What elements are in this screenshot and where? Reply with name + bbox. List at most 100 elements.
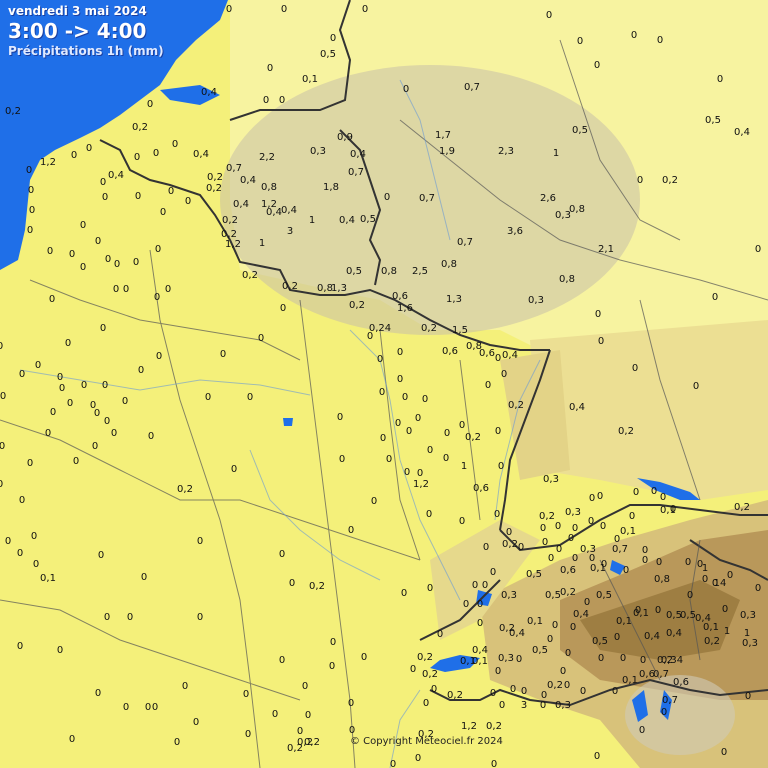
station-value: 0 bbox=[362, 4, 368, 15]
station-value: 0 bbox=[406, 426, 412, 437]
station-value: 0 bbox=[348, 525, 354, 536]
station-value: 0 bbox=[397, 347, 403, 358]
station-value: 0,4 bbox=[281, 205, 297, 216]
station-value: 0,2 bbox=[206, 183, 222, 194]
station-value: 0,2 bbox=[287, 743, 303, 754]
station-value: 0 bbox=[482, 580, 488, 591]
station-value: 0 bbox=[95, 236, 101, 247]
station-value: 0,2 bbox=[222, 215, 238, 226]
station-value: 0,2 bbox=[486, 721, 502, 732]
station-value: 1 bbox=[702, 563, 708, 574]
station-value: 0,3 bbox=[565, 507, 581, 518]
station-value: 0 bbox=[102, 380, 108, 391]
station-value: 0 bbox=[28, 185, 34, 196]
station-value: 0 bbox=[113, 284, 119, 295]
station-value: 0 bbox=[422, 394, 428, 405]
station-value: 0 bbox=[245, 729, 251, 740]
station-value: 0,4 bbox=[509, 628, 525, 639]
station-value: 0 bbox=[220, 349, 226, 360]
station-value: 0 bbox=[477, 599, 483, 610]
station-value: 0 bbox=[0, 391, 6, 402]
station-value: 0,2 bbox=[547, 680, 563, 691]
station-value: 0 bbox=[141, 572, 147, 583]
station-value: 1,5 bbox=[452, 325, 468, 336]
station-value: 0 bbox=[19, 495, 25, 506]
station-value: 0 bbox=[459, 420, 465, 431]
station-value: 0 bbox=[263, 95, 269, 106]
station-value: 0,2 bbox=[177, 484, 193, 495]
station-value: 0 bbox=[542, 537, 548, 548]
map-canvas: 0000 00000,500,1000,700,40 000,20,50,40,50… bbox=[0, 0, 768, 768]
station-value: 0 bbox=[67, 398, 73, 409]
station-value: 0 bbox=[165, 284, 171, 295]
station-value: 0 bbox=[552, 620, 558, 631]
station-value: 0,8 bbox=[654, 574, 670, 585]
station-value: 0 bbox=[226, 4, 232, 15]
station-value: 0,5 bbox=[360, 214, 376, 225]
station-value: 0 bbox=[564, 680, 570, 691]
station-value: 0 bbox=[660, 492, 666, 503]
station-value: 0 bbox=[57, 645, 63, 656]
station-value: 0,6 bbox=[392, 291, 408, 302]
station-value: 0 bbox=[499, 700, 505, 711]
station-value: 0 bbox=[495, 353, 501, 364]
station-value: 0,4 bbox=[193, 149, 209, 160]
station-value: 0,2 bbox=[304, 737, 320, 748]
station-value: 0 bbox=[687, 590, 693, 601]
station-value: 0 bbox=[182, 681, 188, 692]
station-value: 0,1 bbox=[703, 622, 719, 633]
station-value: 0,4 bbox=[201, 87, 217, 98]
station-value: 2,1 bbox=[598, 244, 614, 255]
station-value: 0,4 bbox=[573, 609, 589, 620]
station-value: 0,4 bbox=[569, 402, 585, 413]
station-value: 0 bbox=[547, 634, 553, 645]
station-value: 0 bbox=[26, 165, 32, 176]
station-value: 0 bbox=[472, 580, 478, 591]
station-value: 0 bbox=[426, 509, 432, 520]
station-value: 0,2 bbox=[309, 581, 325, 592]
station-value: 0 bbox=[410, 664, 416, 675]
station-value: 0 bbox=[490, 567, 496, 578]
station-value: 0 bbox=[71, 150, 77, 161]
station-value: 0 bbox=[330, 637, 336, 648]
station-value: 0 bbox=[133, 257, 139, 268]
station-value: 0 bbox=[755, 244, 761, 255]
station-value: 0 bbox=[193, 717, 199, 728]
station-value: 0 bbox=[371, 496, 377, 507]
station-value: 0 bbox=[403, 84, 409, 95]
station-value: 0,2 bbox=[618, 426, 634, 437]
station-value: 1,2 bbox=[461, 721, 477, 732]
station-value: 1,8 bbox=[323, 182, 339, 193]
station-value: 0 bbox=[185, 196, 191, 207]
station-value: 0,3 bbox=[498, 653, 514, 664]
station-value: 0 bbox=[491, 759, 497, 768]
station-value: 0 bbox=[642, 555, 648, 566]
station-value: 0 bbox=[94, 408, 100, 419]
station-value: 0 bbox=[148, 431, 154, 442]
station-value: 0,5 bbox=[680, 610, 696, 621]
station-value: 0 bbox=[127, 612, 133, 623]
station-value: 0 bbox=[267, 63, 273, 74]
station-value: 0 bbox=[279, 549, 285, 560]
station-value: 0,1 bbox=[622, 675, 638, 686]
station-value: 0 bbox=[145, 702, 151, 713]
station-value: 0,4 bbox=[108, 170, 124, 181]
station-value: 0 bbox=[417, 468, 423, 479]
station-value: 0 bbox=[379, 387, 385, 398]
station-value: 0 bbox=[612, 686, 618, 697]
station-value: 0 bbox=[620, 653, 626, 664]
station-value: 0 bbox=[661, 707, 667, 718]
station-value: 0 bbox=[80, 262, 86, 273]
station-value: 0 bbox=[727, 570, 733, 581]
station-value: 0,4 bbox=[502, 350, 518, 361]
title-block: vendredi 3 mai 2024 3:00 -> 4:00 Précipi… bbox=[8, 4, 164, 58]
station-value: 0 bbox=[102, 192, 108, 203]
station-value: 0 bbox=[431, 684, 437, 695]
station-value: 0,3 bbox=[740, 610, 756, 621]
station-value: 0 bbox=[623, 565, 629, 576]
station-value: 0 bbox=[289, 578, 295, 589]
station-value: 0,1 bbox=[616, 616, 632, 627]
station-value: 0,2 bbox=[447, 690, 463, 701]
station-value: 0 bbox=[134, 152, 140, 163]
station-value: 0 bbox=[595, 309, 601, 320]
